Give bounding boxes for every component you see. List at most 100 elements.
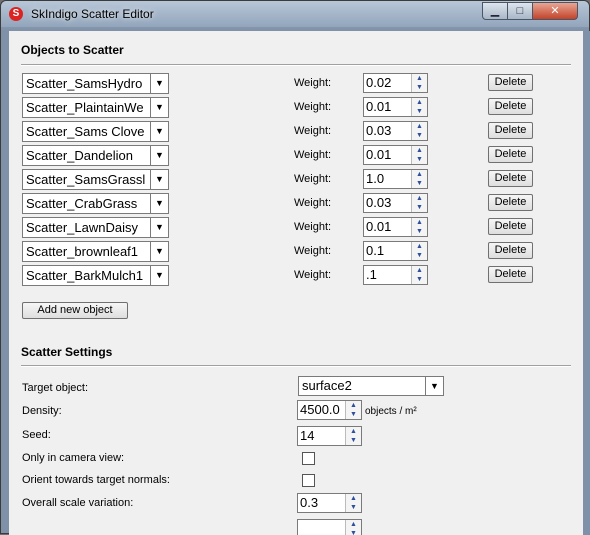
chevron-down-icon[interactable]: ▼ [150, 266, 168, 285]
weight-spin-buttons[interactable]: ▲ ▼ [411, 122, 427, 140]
delete-button[interactable]: Delete [488, 194, 533, 211]
spin-down-icon[interactable]: ▼ [412, 227, 427, 236]
add-object-button[interactable]: Add new object [22, 302, 128, 319]
spin-up-icon[interactable]: ▲ [412, 170, 427, 179]
object-select[interactable]: Scatter_SamsGrassl ▼ [22, 169, 169, 190]
spin-down-icon[interactable]: ▼ [412, 131, 427, 140]
spin-down-icon[interactable]: ▼ [346, 529, 361, 535]
object-name: Scatter_BarkMulch1 [26, 268, 144, 283]
spin-up-icon[interactable]: ▲ [412, 98, 427, 107]
spin-up-icon[interactable]: ▲ [346, 401, 361, 410]
weight-label: Weight: [294, 77, 332, 89]
chevron-down-icon[interactable]: ▼ [425, 377, 443, 395]
delete-button[interactable]: Delete [488, 74, 533, 91]
spin-down-icon[interactable]: ▼ [412, 155, 427, 164]
weight-spinbox[interactable]: 0.01 ▲ ▼ [363, 217, 428, 237]
spin-down-icon[interactable]: ▼ [412, 83, 427, 92]
object-select[interactable]: Scatter_SamsHydro ▼ [22, 73, 169, 94]
window-border-right [583, 31, 590, 535]
partial-spinbox[interactable]: ▲ ▼ [297, 519, 362, 535]
maximize-button[interactable]: □ [507, 2, 533, 20]
weight-value: 1.0 [366, 171, 385, 186]
chevron-down-icon[interactable]: ▼ [150, 170, 168, 189]
weight-label: Weight: [294, 269, 332, 281]
object-select[interactable]: Scatter_Dandelion ▼ [22, 145, 169, 166]
spin-up-icon[interactable]: ▲ [346, 427, 361, 436]
weight-spin-buttons[interactable]: ▲ ▼ [411, 98, 427, 116]
weight-spin-buttons[interactable]: ▲ ▼ [411, 218, 427, 236]
object-select[interactable]: Scatter_LawnDaisy ▼ [22, 217, 169, 238]
seed-spinbox[interactable]: 14 ▲ ▼ [297, 426, 362, 446]
chevron-down-icon[interactable]: ▼ [150, 74, 168, 93]
weight-spinbox[interactable]: 0.01 ▲ ▼ [363, 145, 428, 165]
spin-down-icon[interactable]: ▼ [412, 275, 427, 284]
close-button[interactable]: ✕ [532, 2, 578, 20]
delete-button[interactable]: Delete [488, 218, 533, 235]
object-select[interactable]: Scatter_CrabGrass ▼ [22, 193, 169, 214]
spin-up-icon[interactable]: ▲ [412, 194, 427, 203]
object-row: Scatter_PlaintainWe ▼ Weight: 0.01 ▲ ▼ Delete [9, 97, 583, 119]
chevron-down-icon[interactable]: ▼ [150, 122, 168, 141]
chevron-down-icon[interactable]: ▼ [150, 242, 168, 261]
camera-view-checkbox[interactable] [302, 452, 315, 465]
seed-spin-buttons[interactable]: ▲ ▼ [345, 427, 361, 445]
weight-spinbox[interactable]: 1.0 ▲ ▼ [363, 169, 428, 189]
spin-down-icon[interactable]: ▼ [346, 503, 361, 512]
weight-spin-buttons[interactable]: ▲ ▼ [411, 146, 427, 164]
delete-button[interactable]: Delete [488, 170, 533, 187]
chevron-down-icon[interactable]: ▼ [150, 146, 168, 165]
density-spinbox[interactable]: 4500.0 ▲ ▼ [297, 400, 362, 420]
spin-up-icon[interactable]: ▲ [412, 266, 427, 275]
chevron-down-icon[interactable]: ▼ [150, 194, 168, 213]
weight-spin-buttons[interactable]: ▲ ▼ [411, 170, 427, 188]
delete-button[interactable]: Delete [488, 122, 533, 139]
orient-normals-checkbox[interactable] [302, 474, 315, 487]
delete-button[interactable]: Delete [488, 266, 533, 283]
weight-spin-buttons[interactable]: ▲ ▼ [411, 266, 427, 284]
partial-spin-buttons[interactable]: ▲ ▼ [345, 520, 361, 535]
object-select[interactable]: Scatter_BarkMulch1 ▼ [22, 265, 169, 286]
spin-down-icon[interactable]: ▼ [346, 410, 361, 419]
spin-up-icon[interactable]: ▲ [412, 74, 427, 83]
spin-down-icon[interactable]: ▼ [412, 179, 427, 188]
weight-spin-buttons[interactable]: ▲ ▼ [411, 194, 427, 212]
spin-up-icon[interactable]: ▲ [412, 122, 427, 131]
seed-value: 14 [300, 428, 315, 443]
spin-up-icon[interactable]: ▲ [346, 520, 361, 529]
scale-variation-spinbox[interactable]: 0.3 ▲ ▼ [297, 493, 362, 513]
weight-spin-buttons[interactable]: ▲ ▼ [411, 242, 427, 260]
delete-button[interactable]: Delete [488, 98, 533, 115]
object-select[interactable]: Scatter_brownleaf1 ▼ [22, 241, 169, 262]
weight-label: Weight: [294, 125, 332, 137]
weight-spinbox[interactable]: 0.02 ▲ ▼ [363, 73, 428, 93]
spin-up-icon[interactable]: ▲ [346, 494, 361, 503]
minimize-button[interactable]: ▁ [482, 2, 508, 20]
weight-value: 0.03 [366, 195, 392, 210]
delete-button[interactable]: Delete [488, 242, 533, 259]
weight-spinbox[interactable]: 0.01 ▲ ▼ [363, 97, 428, 117]
spin-down-icon[interactable]: ▼ [412, 107, 427, 116]
spin-up-icon[interactable]: ▲ [412, 146, 427, 155]
spin-down-icon[interactable]: ▼ [412, 203, 427, 212]
weight-spin-buttons[interactable]: ▲ ▼ [411, 74, 427, 92]
object-name: Scatter_brownleaf1 [26, 244, 139, 259]
object-select[interactable]: Scatter_Sams Clove ▼ [22, 121, 169, 142]
scale-spin-buttons[interactable]: ▲ ▼ [345, 494, 361, 512]
chevron-down-icon[interactable]: ▼ [150, 98, 168, 117]
object-select[interactable]: Scatter_PlaintainWe ▼ [22, 97, 169, 118]
density-spin-buttons[interactable]: ▲ ▼ [345, 401, 361, 419]
title-bar[interactable]: S SkIndigo Scatter Editor ▁ □ ✕ [1, 1, 589, 27]
target-object-select[interactable]: surface2 ▼ [298, 376, 444, 396]
weight-value: 0.1 [366, 243, 385, 258]
spin-up-icon[interactable]: ▲ [412, 242, 427, 251]
spin-down-icon[interactable]: ▼ [346, 436, 361, 445]
weight-value: 0.02 [366, 75, 392, 90]
weight-spinbox[interactable]: 0.03 ▲ ▼ [363, 121, 428, 141]
spin-down-icon[interactable]: ▼ [412, 251, 427, 260]
spin-up-icon[interactable]: ▲ [412, 218, 427, 227]
weight-spinbox[interactable]: .1 ▲ ▼ [363, 265, 428, 285]
weight-spinbox[interactable]: 0.1 ▲ ▼ [363, 241, 428, 261]
delete-button[interactable]: Delete [488, 146, 533, 163]
chevron-down-icon[interactable]: ▼ [150, 218, 168, 237]
weight-spinbox[interactable]: 0.03 ▲ ▼ [363, 193, 428, 213]
